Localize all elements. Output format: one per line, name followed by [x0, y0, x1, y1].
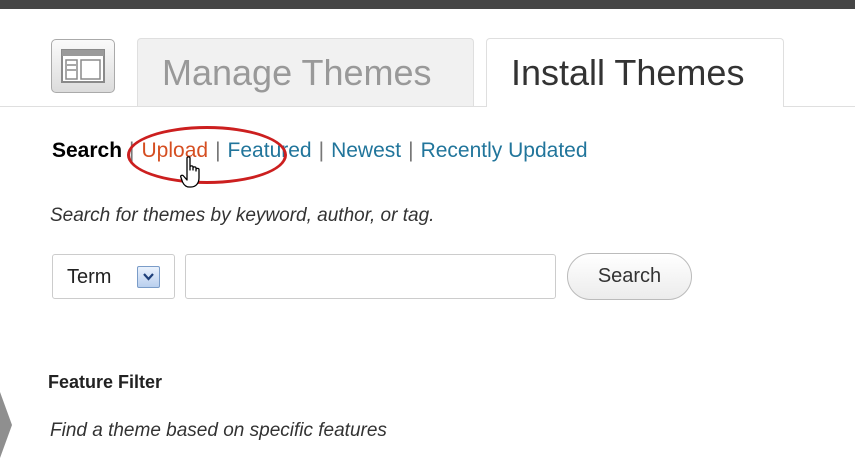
search-button[interactable]: Search — [567, 253, 692, 300]
search-type-value: Term — [67, 266, 112, 288]
feature-filter-description: Find a theme based on specific features — [50, 420, 387, 441]
tab-manage-themes[interactable]: Manage Themes — [137, 38, 474, 106]
subnav-link-recently-updated[interactable]: Recently Updated — [421, 139, 588, 162]
appearance-icon — [51, 39, 115, 93]
feature-filter-title: Feature Filter — [48, 372, 163, 392]
tab-install-themes[interactable]: Install Themes — [486, 38, 784, 107]
triangle-left-icon — [0, 392, 12, 458]
chevron-glyph — [143, 273, 154, 281]
admin-top-bar — [0, 0, 855, 9]
search-help-text: Search for themes by keyword, author, or… — [50, 205, 435, 226]
upload-highlight-ellipse — [127, 126, 287, 184]
search-type-select[interactable]: Term — [52, 254, 175, 299]
hand-pointer-icon — [180, 156, 200, 188]
layout-glyph — [61, 49, 105, 83]
subnav-separator: | — [408, 139, 414, 162]
subnav-link-newest[interactable]: Newest — [331, 139, 401, 162]
subnav-search-current: Search — [52, 139, 123, 162]
subnav-separator: | — [318, 139, 325, 162]
chevron-down-icon[interactable] — [137, 266, 160, 288]
search-input[interactable] — [185, 254, 556, 299]
